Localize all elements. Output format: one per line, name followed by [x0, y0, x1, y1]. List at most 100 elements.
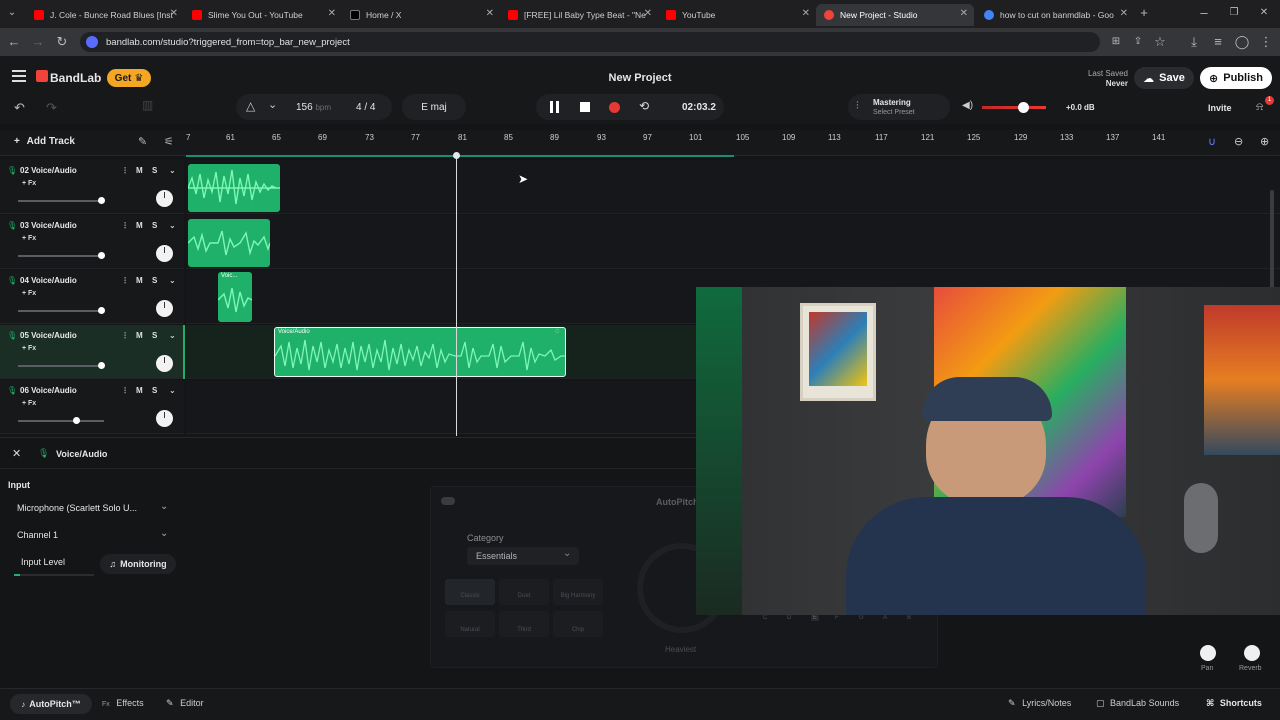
master-volume-slider[interactable] [982, 102, 1046, 113]
shortcuts-button[interactable]: ⌘ Shortcuts [1206, 698, 1262, 709]
add-fx-button[interactable]: + Fx [22, 345, 36, 352]
volume-slider[interactable] [18, 197, 105, 204]
forward-icon[interactable]: → [30, 34, 46, 50]
close-icon[interactable]: ✕ [802, 8, 810, 19]
track-menu-icon[interactable]: ⋮ [121, 221, 129, 230]
editor-tab[interactable]: ✎ Editor [166, 698, 204, 709]
stop-icon[interactable] [580, 102, 590, 112]
volume-knob[interactable] [98, 307, 105, 314]
pan-knob[interactable] [156, 355, 173, 372]
reverb-knob[interactable] [1244, 645, 1260, 661]
undo-icon[interactable]: ↶ [14, 100, 25, 116]
volume-slider[interactable] [18, 417, 104, 424]
speaker-icon[interactable]: ◀) [962, 100, 973, 111]
key-a[interactable]: A [883, 615, 887, 621]
close-icon[interactable]: ✕ [328, 8, 336, 19]
key-selector[interactable]: E maj [402, 94, 466, 120]
mute-button[interactable]: M [136, 166, 143, 175]
track-lane[interactable] [186, 215, 1280, 269]
volume-knob[interactable] [98, 252, 105, 259]
pencil-icon[interactable]: ✎ [138, 135, 147, 148]
mute-button[interactable]: M [136, 331, 143, 340]
bandlab-sounds-button[interactable]: ▢ BandLab Sounds [1096, 698, 1179, 709]
key-c[interactable]: C [763, 615, 767, 621]
autopitch-tab[interactable]: ♪ AutoPitch™ [10, 694, 92, 714]
channel-select[interactable]: Channel 1 ⌄ [8, 524, 176, 546]
volume-slider[interactable] [18, 252, 105, 259]
pan-knob[interactable] [156, 410, 173, 427]
tab-6[interactable]: how to cut on banmdlab - Goo ✕ [976, 4, 1134, 26]
preset-third[interactable]: Third [499, 611, 549, 637]
tab-3[interactable]: [FREE] Lil Baby Type Beat - "Ne ✕ [500, 4, 658, 26]
track-header[interactable]: 🎙 02 Voice/Audio + Fx ⋮ M S ⌄ [0, 160, 184, 214]
key-g[interactable]: G [859, 615, 864, 621]
browser-menu-icon[interactable]: ⋮ [1258, 34, 1274, 50]
volume-knob[interactable] [98, 362, 105, 369]
solo-button[interactable]: S [152, 386, 157, 395]
add-fx-button[interactable]: + Fx [22, 400, 36, 407]
key-f[interactable]: F [835, 615, 839, 621]
reload-icon[interactable]: ↻ [54, 34, 70, 50]
track-name[interactable]: 06 Voice/Audio [20, 386, 77, 395]
reading-list-icon[interactable]: ≡ [1210, 34, 1226, 50]
audio-clip[interactable]: Voic... [218, 272, 252, 322]
key-e[interactable]: E [811, 615, 820, 621]
magnet-icon[interactable]: ∪ [1208, 135, 1216, 148]
tab-search-icon[interactable]: ⌄ [4, 5, 20, 21]
track-header[interactable]: 🎙 03 Voice/Audio + Fx ⋮ M S ⌄ [0, 215, 184, 269]
pan-knob[interactable] [1200, 645, 1216, 661]
close-icon[interactable]: ✕ [1120, 8, 1128, 19]
time-signature[interactable]: 4 / 4 [356, 102, 375, 113]
master-volume-knob[interactable] [1018, 102, 1029, 113]
solo-button[interactable]: S [152, 166, 157, 175]
share-icon[interactable]: ⇪ [1130, 34, 1146, 50]
tab-2[interactable]: Home / X ✕ [342, 4, 500, 26]
track-name[interactable]: 03 Voice/Audio [20, 221, 77, 230]
profile-icon[interactable]: ◯ [1234, 34, 1250, 50]
effects-tab[interactable]: Fx Effects [102, 698, 144, 708]
close-icon[interactable]: ✕ [644, 8, 652, 19]
site-info-icon[interactable] [86, 36, 98, 48]
chevron-down-icon[interactable]: ⌄ [268, 98, 277, 111]
track-menu-icon[interactable]: ⋮ [121, 331, 129, 340]
tab-1[interactable]: Slime You Out - YouTube ✕ [184, 4, 342, 26]
lyrics-notes-button[interactable]: ✎ Lyrics/Notes [1008, 698, 1071, 709]
timeline-ruler[interactable]: + Add Track ✎ ⚟ 7 61 65 69 73 77 81 85 8… [0, 130, 1280, 157]
add-fx-button[interactable]: + Fx [22, 235, 36, 242]
bpm-value[interactable]: 156 bpm [296, 102, 331, 113]
add-track-button[interactable]: + Add Track [14, 136, 75, 147]
preset-natural[interactable]: Natural [445, 611, 495, 637]
bell-icon[interactable]: ⍾ [1256, 101, 1263, 114]
tune-icon[interactable]: ⚟ [164, 135, 174, 148]
mixer-icon[interactable]: ▥ [142, 98, 160, 116]
preset-duet[interactable]: Duet [499, 579, 549, 605]
tab-5[interactable]: New Project - Studio ✕ [816, 4, 974, 26]
minimize-icon[interactable]: – [1196, 5, 1212, 21]
preset-classic[interactable]: Classic [445, 579, 495, 605]
chevron-down-icon[interactable]: ⌄ [169, 276, 176, 285]
preset-big-harmony[interactable]: Big Harmony [553, 579, 603, 605]
key-d[interactable]: D [787, 615, 791, 621]
mute-button[interactable]: M [136, 386, 143, 395]
audio-clip[interactable] [188, 164, 280, 212]
publish-button[interactable]: ⊕ Publish [1200, 67, 1272, 89]
close-icon[interactable]: ✕ [960, 8, 968, 19]
input-device-select[interactable]: Microphone (Scarlett Solo U... ⌄ [8, 497, 176, 519]
tab-0[interactable]: J. Cole - Bunce Road Blues [Inst ✕ [26, 4, 184, 26]
key-b[interactable]: B [907, 615, 911, 621]
hamburger-menu-icon[interactable] [12, 70, 26, 82]
chevron-down-icon[interactable]: ⌄ [169, 166, 176, 175]
track-lane[interactable] [186, 160, 1280, 214]
solo-button[interactable]: S [152, 221, 157, 230]
chevron-down-icon[interactable]: ⌄ [169, 386, 176, 395]
loop-icon[interactable]: ⟲ [639, 99, 649, 113]
download-icon[interactable]: ⤓ [1186, 34, 1202, 50]
add-fx-button[interactable]: + Fx [22, 180, 36, 187]
solo-button[interactable]: S [152, 276, 157, 285]
tab-4[interactable]: YouTube ✕ [658, 4, 816, 26]
pan-knob[interactable] [156, 300, 173, 317]
close-icon[interactable]: ✕ [486, 8, 494, 19]
track-menu-icon[interactable]: ⋮ [121, 276, 129, 285]
metronome-icon[interactable]: △ [246, 99, 255, 113]
window-close-icon[interactable]: ✕ [1256, 5, 1272, 21]
